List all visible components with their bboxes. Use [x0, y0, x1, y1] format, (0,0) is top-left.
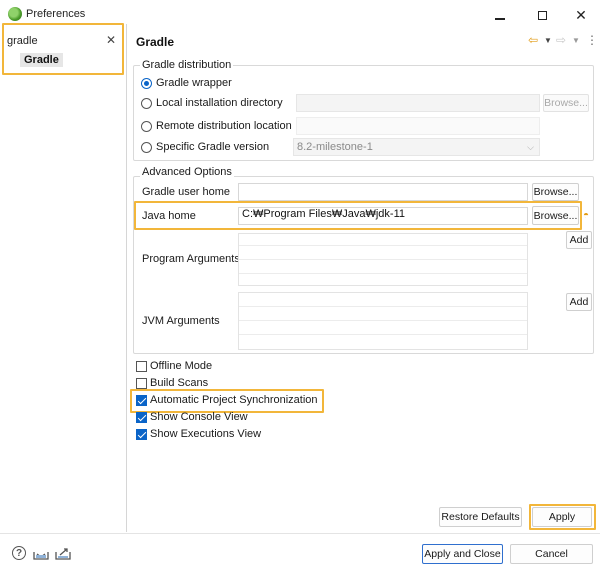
- maximize-icon[interactable]: [527, 5, 557, 25]
- help-icon[interactable]: ?: [12, 546, 26, 560]
- radio-button[interactable]: [141, 141, 152, 153]
- user-home-browse-button[interactable]: Browse...: [532, 183, 579, 201]
- app-logo-icon: [8, 7, 22, 21]
- jvm-arguments-area[interactable]: [238, 292, 528, 350]
- radio-local-installation[interactable]: Local installation directory: [141, 97, 283, 109]
- jvm-arguments-label: JVM Arguments: [142, 315, 220, 327]
- radio-specific-version[interactable]: Specific Gradle version: [141, 141, 269, 153]
- checkbox-auto-sync[interactable]: Automatic Project Synchronization: [136, 394, 318, 406]
- footer-separator: [0, 533, 600, 534]
- checkbox-show-console[interactable]: Show Console View: [136, 411, 248, 423]
- java-home-value: C:₩Program Files₩Java₩jdk-11: [242, 208, 405, 220]
- checkbox[interactable]: [136, 360, 147, 372]
- window-title: Preferences: [26, 8, 86, 20]
- preference-tree-pane: [0, 24, 127, 532]
- warning-icon: ◓: [583, 210, 590, 221]
- radio-remote-distribution[interactable]: Remote distribution location: [141, 120, 292, 132]
- java-home-field[interactable]: C:₩Program Files₩Java₩jdk-11: [238, 207, 528, 225]
- radio-label: Remote distribution location: [156, 120, 292, 132]
- restore-defaults-button[interactable]: Restore Defaults: [439, 507, 522, 527]
- jvm-args-add-button[interactable]: Add: [566, 293, 592, 311]
- distribution-group-title: Gradle distribution: [140, 59, 234, 71]
- back-dropdown-icon[interactable]: ▼: [544, 36, 552, 45]
- program-arguments-area[interactable]: [238, 233, 528, 286]
- program-args-add-button[interactable]: Add: [566, 231, 592, 249]
- page-title: Gradle: [136, 35, 175, 49]
- java-home-label: Java home: [142, 210, 196, 222]
- export-icon[interactable]: [55, 546, 71, 560]
- checkbox-offline-mode[interactable]: Offline Mode: [136, 360, 212, 372]
- checkbox-label: Offline Mode: [150, 360, 213, 372]
- view-menu-icon[interactable]: ⋮: [586, 33, 598, 47]
- radio-button[interactable]: [141, 77, 152, 89]
- radio-button[interactable]: [141, 120, 152, 132]
- gradle-version-value: 8.2-milestone-1: [297, 141, 373, 153]
- checkbox-label: Automatic Project Synchronization: [150, 394, 318, 406]
- radio-label: Local installation directory: [156, 97, 283, 109]
- close-icon[interactable]: ✕: [566, 5, 596, 25]
- program-arguments-label: Program Arguments: [142, 253, 240, 265]
- checkbox[interactable]: [136, 411, 147, 423]
- gradle-user-home-label: Gradle user home: [142, 186, 231, 198]
- import-icon[interactable]: [33, 546, 49, 560]
- clear-filter-icon[interactable]: ✕: [105, 33, 117, 47]
- minimize-icon[interactable]: [485, 5, 515, 25]
- checkbox[interactable]: [136, 428, 147, 440]
- cancel-button[interactable]: Cancel: [510, 544, 593, 564]
- apply-button[interactable]: Apply: [532, 507, 592, 527]
- checkbox-label: Build Scans: [150, 377, 209, 389]
- gradle-version-select: 8.2-milestone-1 ⌵: [293, 138, 540, 156]
- apply-and-close-button[interactable]: Apply and Close: [422, 544, 503, 564]
- radio-button[interactable]: [141, 97, 152, 109]
- local-installation-field: [296, 94, 540, 112]
- forward-arrow-icon[interactable]: ⇨: [556, 33, 566, 47]
- filter-input[interactable]: [6, 33, 102, 49]
- radio-label: Gradle wrapper: [156, 77, 232, 89]
- radio-gradle-wrapper[interactable]: Gradle wrapper: [141, 77, 232, 89]
- checkbox-label: Show Executions View: [150, 428, 262, 440]
- chevron-down-icon: ⌵: [527, 141, 534, 152]
- advanced-group-title: Advanced Options: [140, 166, 234, 178]
- local-browse-button: Browse...: [543, 94, 589, 112]
- remote-distribution-field: [296, 117, 540, 135]
- radio-label: Specific Gradle version: [156, 141, 270, 153]
- tree-item-gradle[interactable]: Gradle: [20, 53, 63, 67]
- back-arrow-icon[interactable]: ⇦: [528, 33, 538, 47]
- checkbox[interactable]: [136, 377, 147, 389]
- forward-dropdown-icon[interactable]: ▼: [572, 36, 580, 45]
- java-home-browse-button[interactable]: Browse...: [532, 206, 579, 225]
- checkbox-show-executions[interactable]: Show Executions View: [136, 428, 261, 440]
- gradle-user-home-field[interactable]: [238, 183, 528, 201]
- checkbox[interactable]: [136, 394, 147, 406]
- checkbox-build-scans[interactable]: Build Scans: [136, 377, 208, 389]
- checkbox-label: Show Console View: [150, 411, 248, 423]
